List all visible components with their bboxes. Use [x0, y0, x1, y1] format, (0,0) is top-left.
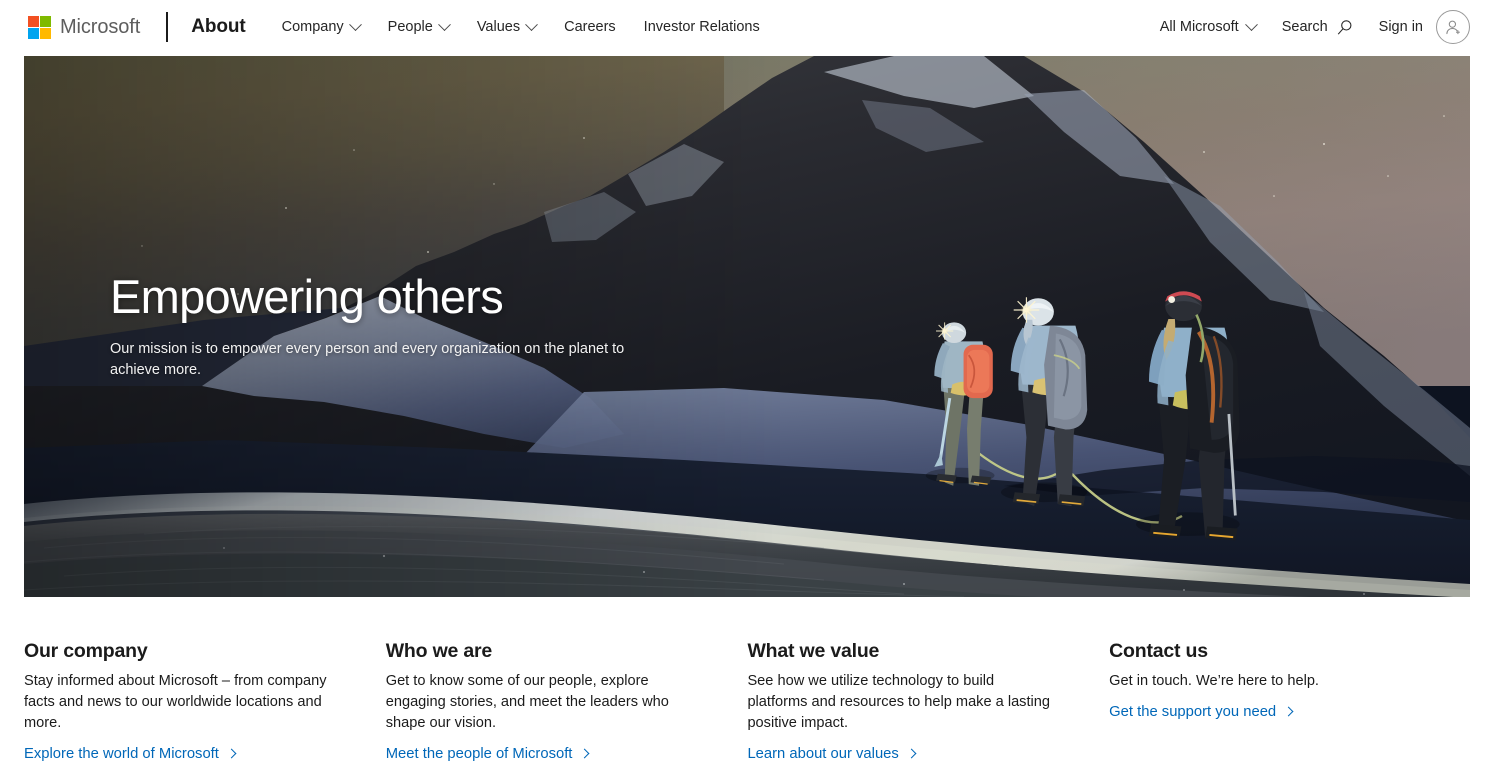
all-microsoft-label: All Microsoft	[1159, 19, 1239, 35]
chevron-right-icon	[226, 748, 237, 759]
hero-content: Empowering others Our mission is to empo…	[110, 270, 632, 381]
site-header: Microsoft About Company People Values Ca…	[0, 0, 1494, 54]
chevron-right-icon	[579, 748, 590, 759]
chevron-down-icon	[1244, 17, 1258, 31]
nav-item-values[interactable]: Values	[463, 13, 550, 41]
card-description: Stay informed about Microsoft – from com…	[24, 673, 327, 731]
search-label: Search	[1281, 19, 1328, 35]
card-description: See how we utilize technology to build p…	[747, 673, 1051, 731]
account-avatar-button[interactable]	[1436, 10, 1470, 44]
account-person-icon	[1445, 20, 1460, 34]
microsoft-logo-link[interactable]: Microsoft	[28, 15, 141, 39]
primary-nav: Company People Values Careers Investor R…	[268, 13, 774, 41]
nav-item-label: People	[387, 19, 433, 35]
search-button[interactable]: Search	[1269, 13, 1366, 42]
nav-item-investor-relations[interactable]: Investor Relations	[630, 13, 774, 41]
chevron-right-icon	[906, 748, 917, 759]
nav-item-label: Company	[281, 19, 344, 35]
chevron-right-icon	[1283, 706, 1294, 717]
card-what-we-value: What we value See how we utilize technol…	[747, 640, 1109, 763]
card-link-label: Explore the world of Microsoft	[24, 745, 219, 762]
microsoft-squares-icon	[28, 15, 51, 39]
header-utility-nav: All Microsoft Search Sign in	[1147, 10, 1470, 44]
sign-in-button[interactable]: Sign in	[1366, 13, 1427, 41]
header-divider	[166, 12, 169, 42]
feature-cards: Our company Stay informed about Microsof…	[0, 597, 1494, 763]
sign-in-label: Sign in	[1378, 19, 1423, 35]
hero-banner: Empowering others Our mission is to empo…	[24, 56, 1470, 597]
nav-item-label: Values	[476, 19, 521, 35]
card-link-get-support[interactable]: Get the support you need	[1109, 703, 1294, 720]
nav-item-company[interactable]: Company	[268, 13, 374, 41]
card-link-explore-world[interactable]: Explore the world of Microsoft	[24, 745, 237, 762]
section-title-about: About	[191, 16, 246, 37]
card-description: Get in touch. We’re here to help.	[1109, 673, 1319, 689]
nav-item-label: Investor Relations	[643, 19, 760, 35]
all-microsoft-button[interactable]: All Microsoft	[1147, 13, 1269, 41]
chevron-down-icon	[525, 17, 538, 31]
search-icon	[1337, 19, 1352, 35]
chevron-down-icon	[348, 17, 362, 31]
nav-item-careers[interactable]: Careers	[550, 13, 630, 41]
card-who-we-are: Who we are Get to know some of our peopl…	[386, 640, 748, 763]
card-link-label: Meet the people of Microsoft	[385, 745, 573, 762]
card-title: What we value	[747, 640, 880, 662]
card-link-learn-values[interactable]: Learn about our values	[747, 745, 917, 762]
microsoft-wordmark: Microsoft	[60, 15, 141, 38]
card-description: Get to know some of our people, explore …	[385, 673, 669, 731]
card-link-label: Learn about our values	[747, 745, 899, 762]
card-title: Who we are	[385, 640, 493, 662]
card-title: Contact us	[1109, 640, 1208, 662]
hero-subtitle: Our mission is to empower every person a…	[110, 340, 625, 378]
nav-item-people[interactable]: People	[374, 13, 463, 41]
hero-title: Empowering others	[110, 270, 504, 323]
card-contact-us: Contact us Get in touch. We’re here to h…	[1109, 640, 1470, 763]
nav-item-label: Careers	[564, 19, 616, 35]
card-title: Our company	[24, 640, 148, 662]
chevron-down-icon	[437, 17, 451, 31]
card-link-label: Get the support you need	[1109, 703, 1277, 720]
card-link-meet-people[interactable]: Meet the people of Microsoft	[385, 745, 590, 762]
card-our-company: Our company Stay informed about Microsof…	[24, 640, 386, 763]
